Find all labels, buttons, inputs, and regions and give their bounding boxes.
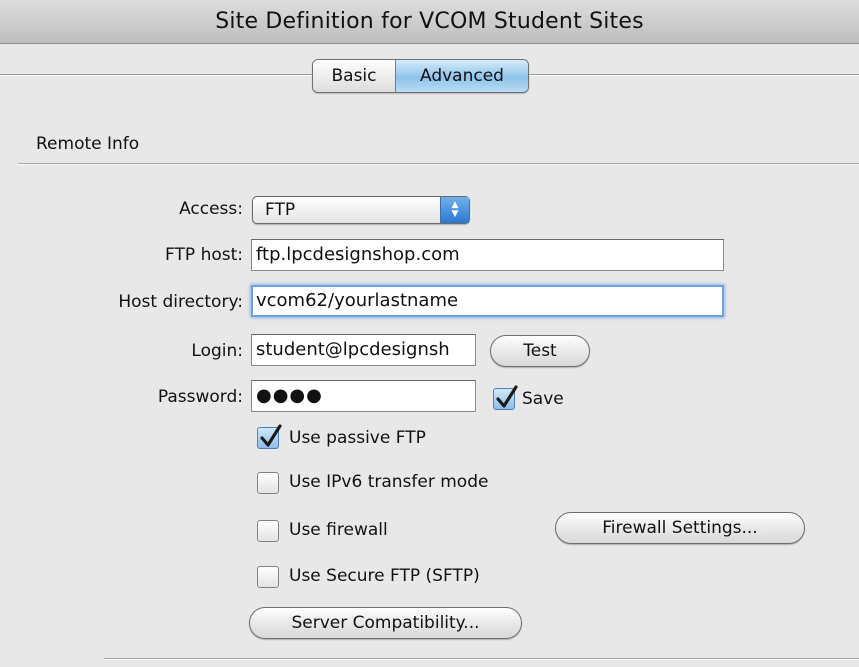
firewall-settings-button[interactable]: Firewall Settings... xyxy=(555,512,805,544)
login-label: Login: xyxy=(191,341,243,361)
login-input[interactable]: student@lpcdesignsh xyxy=(251,334,476,366)
ftp-host-label: FTP host: xyxy=(165,245,243,265)
host-directory-input[interactable]: vcom62/yourlastname xyxy=(251,285,724,317)
checkmark-icon xyxy=(260,424,282,447)
password-label: Password: xyxy=(157,387,243,407)
tab-group: Basic Advanced xyxy=(312,59,529,93)
server-compatibility-button[interactable]: Server Compatibility... xyxy=(249,607,522,639)
ipv6-checkbox[interactable] xyxy=(257,472,279,494)
save-checkbox[interactable] xyxy=(493,385,518,410)
passive-ftp-label: Use passive FTP xyxy=(289,428,426,448)
tab-basic[interactable]: Basic xyxy=(313,60,396,92)
bottom-divider xyxy=(104,658,859,660)
window-title: Site Definition for VCOM Student Sites xyxy=(0,0,859,44)
ipv6-label: Use IPv6 transfer mode xyxy=(289,472,489,492)
firewall-checkbox[interactable] xyxy=(257,520,279,542)
ftp-host-input[interactable]: ftp.lpcdesignshop.com xyxy=(251,239,724,271)
firewall-label: Use firewall xyxy=(289,520,388,540)
checkmark-icon xyxy=(496,385,518,408)
sftp-label: Use Secure FTP (SFTP) xyxy=(289,566,480,586)
section-title: Remote Info xyxy=(36,134,140,154)
save-label: Save xyxy=(522,389,564,409)
tab-advanced[interactable]: Advanced xyxy=(396,60,528,92)
passive-ftp-checkbox[interactable] xyxy=(257,424,282,449)
access-select-value: FTP xyxy=(265,200,296,220)
test-button[interactable]: Test xyxy=(490,335,590,367)
access-label: Access: xyxy=(179,199,243,219)
access-select[interactable]: FTP ▲ ▼ xyxy=(252,196,470,224)
password-input[interactable]: ●●●● xyxy=(251,380,476,412)
sftp-checkbox[interactable] xyxy=(257,566,279,588)
host-directory-label: Host directory: xyxy=(118,292,243,312)
section-divider xyxy=(18,163,859,165)
up-down-arrows-icon: ▲ ▼ xyxy=(440,197,469,223)
